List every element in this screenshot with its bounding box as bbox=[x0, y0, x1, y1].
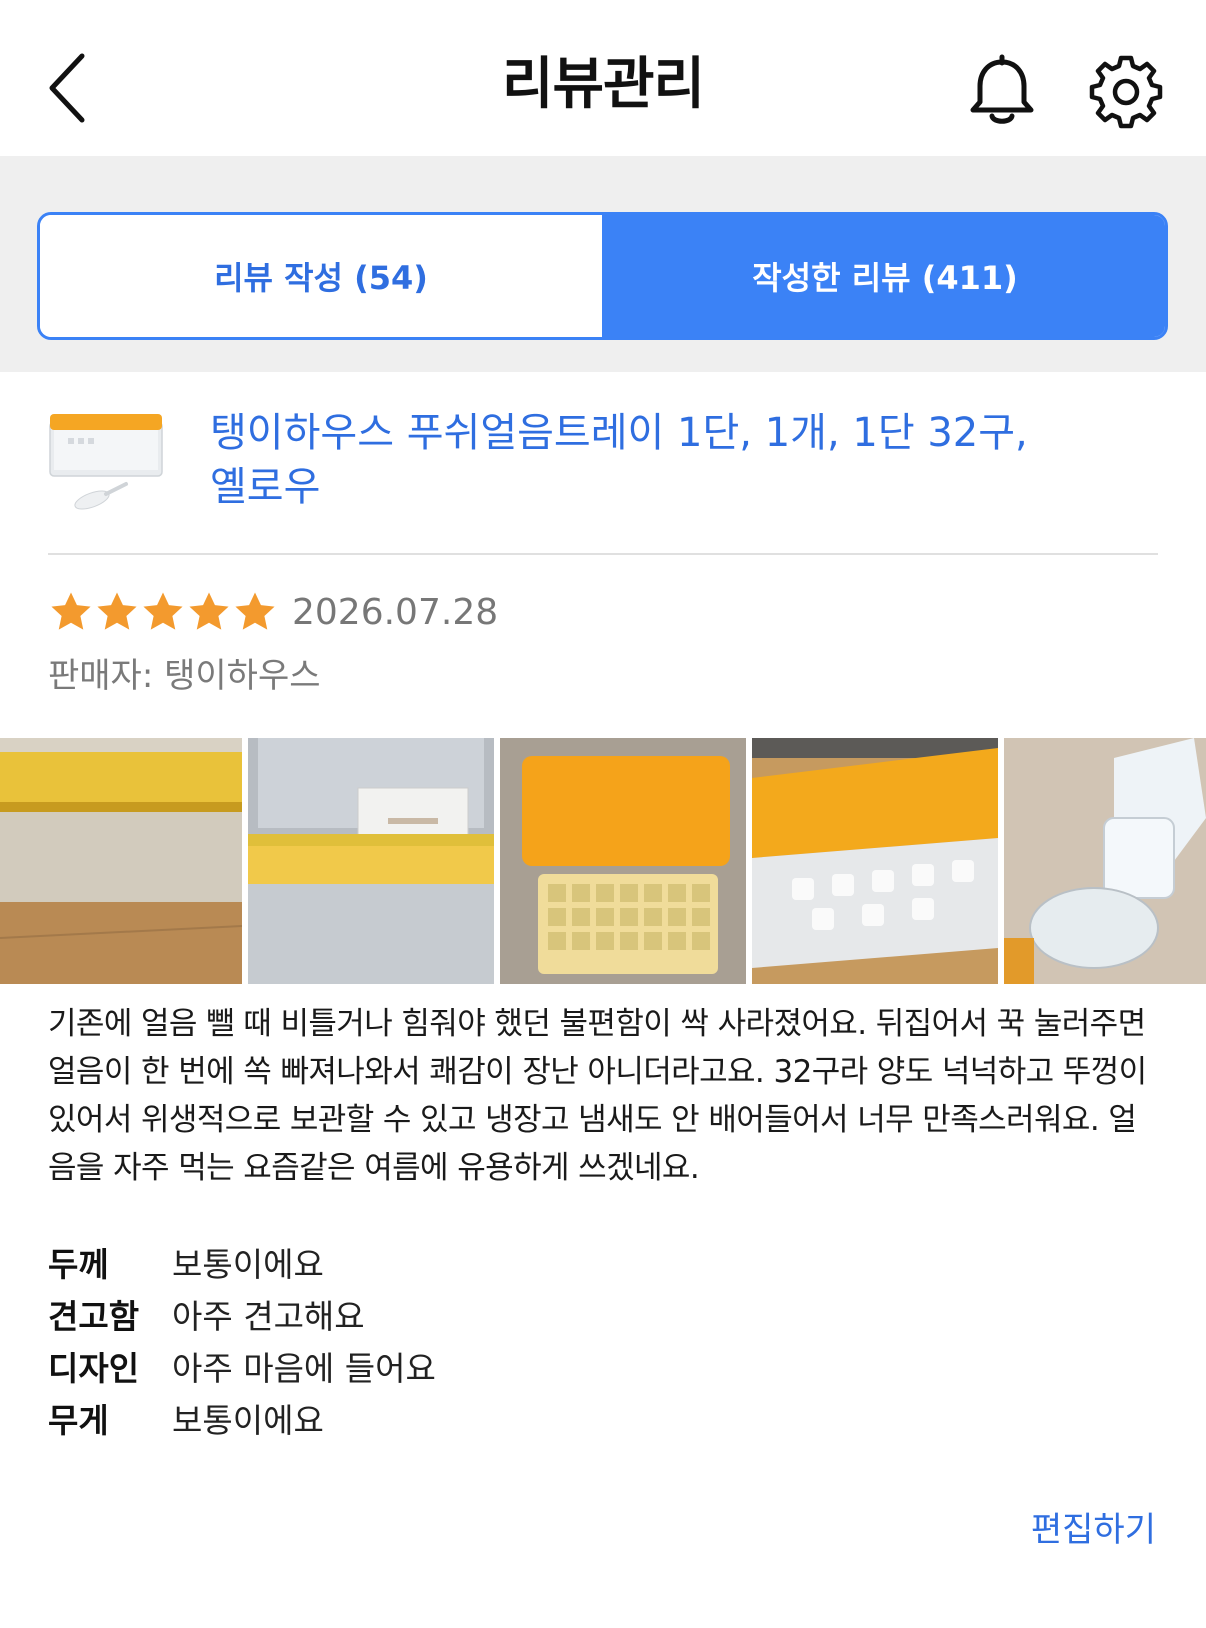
product-thumbnail[interactable] bbox=[48, 408, 170, 526]
segmented-control: 리뷰 작성 (54) 작성한 리뷰 (411) bbox=[37, 212, 1168, 340]
attribute-key: 무게 bbox=[48, 1401, 109, 1440]
attribute-key: 디자인 bbox=[48, 1349, 140, 1388]
edit-review-link[interactable]: 편집하기 bbox=[1031, 1502, 1156, 1551]
rating-row: 2026.07.28 bbox=[48, 582, 498, 642]
attribute-key: 두께 bbox=[48, 1245, 109, 1284]
bell-icon bbox=[970, 54, 1034, 124]
attribute-key: 견고함 bbox=[48, 1297, 140, 1336]
attribute-value: 아주 마음에 들어요 bbox=[172, 1349, 436, 1388]
seller-name: 판매자: 탱이하우스 bbox=[48, 656, 321, 696]
gear-icon bbox=[1089, 55, 1163, 129]
star-icon bbox=[189, 592, 229, 630]
review-photo[interactable] bbox=[0, 738, 242, 984]
review-date: 2026.07.28 bbox=[292, 591, 499, 633]
attribute-row: 견고함 아주 견고해요 bbox=[48, 1288, 1048, 1340]
attribute-value: 보통이에요 bbox=[172, 1245, 324, 1284]
tab-written-reviews[interactable]: 작성한 리뷰 (411) bbox=[602, 215, 1165, 337]
review-attributes: 두께 보통이에요 견고함 아주 견고해요 디자인 아주 마음에 들어요 무게 보… bbox=[48, 1236, 1048, 1444]
review-body: 기존에 얼음 뺄 때 비틀거나 힘줘야 했던 불편함이 싹 사라졌어요. 뒤집어… bbox=[48, 1006, 1147, 1186]
product-row[interactable]: 탱이하우스 푸쉬얼음트레이 1단, 1개, 1단 32구, 옐로우 bbox=[48, 404, 1158, 536]
star-icon bbox=[51, 592, 91, 630]
attribute-value: 보통이에요 bbox=[172, 1401, 324, 1440]
review-photo[interactable] bbox=[500, 738, 746, 984]
review-photo[interactable] bbox=[248, 738, 494, 984]
settings-button[interactable] bbox=[1084, 54, 1168, 130]
notifications-button[interactable] bbox=[964, 54, 1040, 130]
star-rating bbox=[48, 589, 278, 635]
review-photos bbox=[0, 738, 1206, 984]
star-icon bbox=[97, 592, 137, 630]
review-photo[interactable] bbox=[752, 738, 998, 984]
review-photo[interactable] bbox=[1004, 738, 1206, 984]
divider bbox=[48, 553, 1158, 555]
tab-bar-area: 리뷰 작성 (54) 작성한 리뷰 (411) bbox=[0, 156, 1206, 372]
product-name-link[interactable]: 탱이하우스 푸쉬얼음트레이 1단, 1개, 1단 32구, 옐로우 bbox=[210, 406, 1030, 514]
star-icon bbox=[235, 592, 275, 630]
tab-write-review[interactable]: 리뷰 작성 (54) bbox=[40, 215, 602, 337]
attribute-row: 디자인 아주 마음에 들어요 bbox=[48, 1340, 1048, 1392]
star-icon bbox=[143, 592, 183, 630]
attribute-row: 무게 보통이에요 bbox=[48, 1392, 1048, 1444]
top-bar: 리뷰관리 bbox=[0, 0, 1206, 156]
attribute-value: 아주 견고해요 bbox=[172, 1297, 365, 1336]
attribute-row: 두께 보통이에요 bbox=[48, 1236, 1048, 1288]
